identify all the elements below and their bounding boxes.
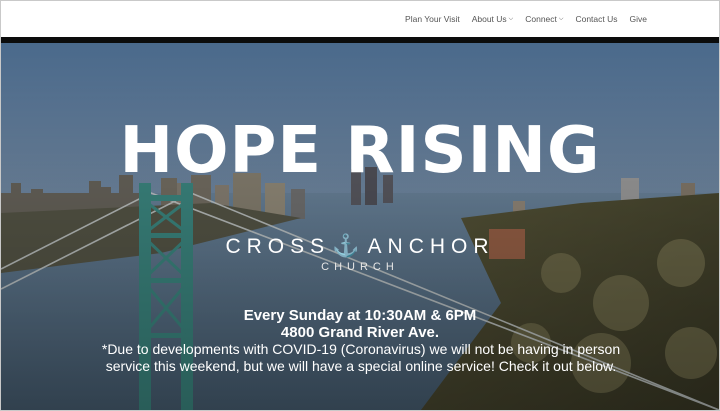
nav-give[interactable]: Give [630,14,647,24]
nav-about-us[interactable]: About Us ⌵ [472,14,514,24]
service-address: 4800 Grand River Ave. [280,324,440,341]
nav-connect[interactable]: Connect ⌵ [525,14,563,24]
top-navbar: Plan Your Visit About Us ⌵ Connect ⌵ Con… [1,1,719,37]
hero-title: HOPE RISING [119,114,601,188]
nav-plan-your-visit[interactable]: Plan Your Visit [405,14,460,24]
chevron-down-icon: ⌵ [558,15,564,22]
hero-section: HOPE RISING CROSS ⚓ ANCHOR CHURCH Every … [1,43,719,410]
logo-word-cross: CROSS [225,234,331,258]
nav-label: Give [629,14,647,24]
chevron-down-icon: ⌵ [508,15,514,22]
nav-links: Plan Your Visit About Us ⌵ Connect ⌵ Con… [405,1,647,37]
browser-frame: Plan Your Visit About Us ⌵ Connect ⌵ Con… [0,0,720,411]
covid-notice: *Due to developments with COVID-19 (Coro… [101,341,621,374]
nav-label: Contact Us [575,14,618,24]
logo-wordmark: CROSS ⚓ ANCHOR [1,235,719,257]
logo-subtitle: CHURCH [321,261,399,273]
anchor-icon: ⚓ [332,233,366,258]
nav-contact-us[interactable]: Contact Us [575,14,617,24]
nav-label: Connect [525,14,557,24]
church-logo[interactable]: CROSS ⚓ ANCHOR CHURCH [1,235,719,274]
service-time: Every Sunday at 10:30AM & 6PM [243,307,477,324]
nav-label: Plan Your Visit [405,14,460,24]
logo-word-anchor: ANCHOR [367,234,495,258]
nav-label: About Us [471,14,507,24]
